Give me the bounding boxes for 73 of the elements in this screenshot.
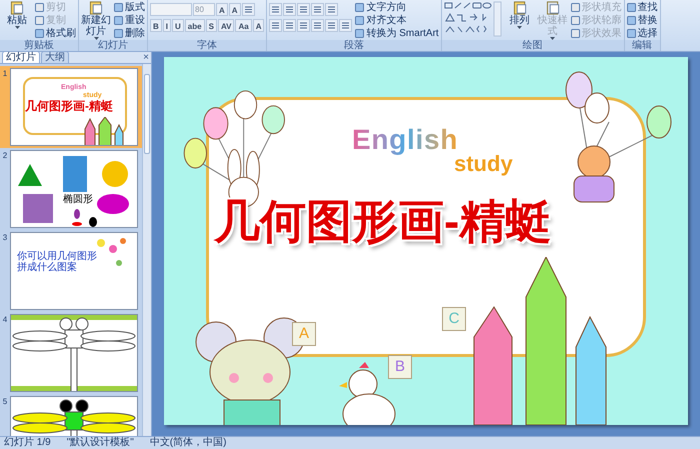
format-button[interactable]: abe [184,19,205,32]
document-icon [512,1,528,15]
group-label: 剪贴板 [0,40,78,51]
slide-thumbnail[interactable]: 你可以用几何图形拼成什么图案 [10,232,138,310]
scrollbar[interactable] [142,64,151,436]
lines-icon [297,19,310,32]
format-button[interactable]: A [228,3,241,16]
group-label: 编辑 [624,40,660,51]
thumbnail-text: 椭圆形 [63,195,93,205]
status-text: "默认设计模板" [66,437,134,449]
ribbon-button[interactable]: 版式 [114,1,145,14]
group-label: 幻灯片 [79,40,147,51]
lines-icon [269,19,282,32]
document-icon [9,1,25,15]
ribbon-button[interactable]: 文字方向 [355,1,439,14]
format-button[interactable]: S [206,19,217,32]
slide-number: 1 [2,68,8,80]
ribbon-button[interactable]: 查找 [626,1,658,14]
font-name-field[interactable] [150,3,192,16]
ribbon-button[interactable]: 选择 [626,27,658,40]
slide-thumbnail[interactable]: 椭圆形 [10,150,138,228]
lines-icon [311,19,324,32]
scroll-thumb[interactable] [144,74,150,154]
slide-thumbnail-row[interactable]: 4 [0,312,142,394]
format-button[interactable]: A [252,19,264,32]
ribbon-button[interactable]: 删除 [114,27,145,40]
group-label: 绘图 [442,40,624,51]
group-label: 段落 [267,40,441,51]
status-text: 幻灯片 1/9 [4,437,51,449]
lines-icon [339,19,352,32]
lines-icon [283,3,296,16]
slide-thumbnail-row[interactable]: 2 椭圆形 [0,148,142,230]
format-button[interactable]: B [150,19,162,32]
format-button[interactable]: U [172,19,184,32]
panel-tab[interactable]: 幻灯片 [2,51,40,63]
slide-number: 3 [2,232,8,244]
slide-thumbnail-row[interactable]: 3 你可以用几何图形拼成什么图案 [0,230,142,312]
ribbon-button[interactable]: 格式刷 [35,27,76,40]
ribbon-button[interactable]: 重设 [114,14,145,27]
shapes-gallery-icon [444,1,502,37]
lines-icon [311,3,324,16]
lines-icon [325,19,338,32]
slide-thumbnail-row[interactable]: 5 [0,394,142,436]
slide-title: 几何图形画-精蜓 [214,195,552,247]
document-icon [88,1,104,15]
letter-block: B [388,355,412,379]
format-button[interactable]: Aa [235,19,252,32]
thumbnail-text: 你可以用几何图形拼成什么图案 [17,251,97,273]
letter-block: A [292,322,316,346]
ribbon-button[interactable]: 替换 [626,14,658,27]
format-button[interactable]: A [216,3,228,16]
status-text: 中文(简体，中国) [150,437,226,449]
letter-block: C [442,307,466,331]
slide-number: 5 [2,396,8,408]
slide-number: 4 [2,314,8,326]
lines-icon [325,3,338,16]
group-label: 字体 [148,40,266,51]
panel-tab[interactable]: 大纲 [41,51,69,63]
lines-icon [242,3,255,16]
slide-number: 2 [2,150,8,162]
lines-icon [283,19,296,32]
ribbon-button[interactable]: 排列 [504,1,535,29]
close-button[interactable]: × [143,52,149,63]
thumbnail-title: 几何图形画-精蜓 [25,99,113,113]
format-button[interactable]: I [162,19,172,32]
ribbon-button[interactable]: 粘贴 [2,1,32,29]
format-button[interactable]: AV [218,19,234,32]
document-icon [544,1,561,15]
lines-icon [297,3,310,16]
lines-icon [269,3,282,16]
ribbon-button[interactable]: 转换为 SmartArt [355,27,439,40]
ribbon-button[interactable]: 新建幻灯片 [81,1,111,40]
ribbon-button[interactable]: 对齐文本 [355,14,439,27]
